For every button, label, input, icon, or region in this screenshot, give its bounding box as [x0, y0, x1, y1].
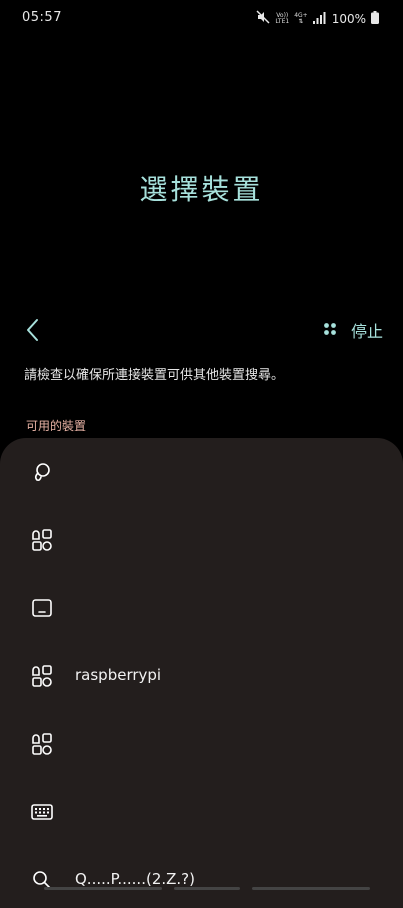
available-devices-label: 可用的裝置 — [26, 419, 87, 433]
status-icons: Vo)) LTE1 4G+ ⇅ 100% — [256, 9, 379, 28]
data-arrows-icon: ⇅ — [298, 17, 304, 25]
battery-icon — [371, 9, 379, 28]
status-time: 05:57 — [22, 10, 62, 25]
shapes-icon — [30, 732, 54, 756]
device-list-panel: raspberrypi Q.....P......(2.Z.?) — [0, 438, 403, 908]
device-item[interactable]: Q.....P......(2.Z.?) — [0, 846, 403, 908]
network-indicator: 4G+ ⇅ — [294, 12, 308, 25]
chevron-left-icon — [27, 319, 38, 341]
device-item[interactable] — [0, 710, 403, 778]
device-item[interactable] — [0, 506, 403, 574]
scanning-icon — [323, 321, 337, 340]
device-item[interactable] — [0, 438, 403, 506]
volte-bottom-label: LTE1 — [275, 17, 290, 25]
device-name: raspberrypi — [75, 666, 162, 684]
mute-icon — [256, 9, 270, 28]
back-button[interactable] — [22, 316, 46, 344]
earbuds-icon — [30, 460, 54, 484]
battery-percent: 100% — [331, 11, 366, 26]
keyboard-icon — [30, 800, 54, 824]
scan-controls: 停止 — [323, 318, 383, 342]
description-text: 請檢查以確保所連接裝置可供其他裝置搜尋。 — [24, 368, 285, 383]
tablet-icon — [30, 596, 54, 620]
shapes-icon — [30, 528, 54, 552]
stop-button[interactable]: 停止 — [351, 318, 383, 342]
device-item[interactable] — [0, 574, 403, 642]
signal-icon — [312, 9, 327, 28]
device-item[interactable] — [0, 778, 403, 846]
page-title: 選擇裝置 — [139, 173, 264, 206]
navigation-bar — [0, 878, 403, 896]
volte-indicator: Vo)) LTE1 — [275, 12, 290, 25]
shapes-icon — [30, 664, 54, 688]
device-item[interactable]: raspberrypi — [0, 642, 403, 710]
status-bar: 05:57 Vo)) LTE1 4G+ ⇅ 100% — [0, 0, 403, 36]
